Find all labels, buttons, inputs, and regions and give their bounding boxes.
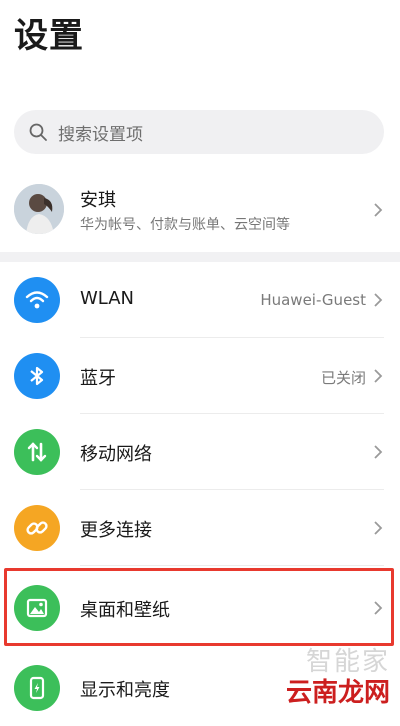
- chevron-right-icon: [374, 203, 383, 217]
- display-icon: [14, 665, 60, 711]
- link-icon: [14, 505, 60, 551]
- settings-item-label: 显示和亮度: [80, 680, 170, 701]
- account-name: 安琪: [80, 190, 116, 211]
- chevron-right-icon: [374, 293, 383, 307]
- chevron-right-icon: [374, 521, 383, 535]
- bluetooth-icon: [14, 353, 60, 399]
- account-subtitle: 华为帐号、付款与账单、云空间等: [80, 217, 290, 233]
- row-divider: [80, 565, 384, 566]
- settings-item-label: 蓝牙: [80, 368, 116, 389]
- settings-item-label: 更多连接: [80, 520, 152, 541]
- settings-item-mobile-network[interactable]: 移动网络: [0, 414, 400, 490]
- settings-item-wlan[interactable]: WLAN Huawei-Guest: [0, 262, 400, 338]
- chevron-right-icon: [374, 445, 383, 459]
- settings-item-label: WLAN: [80, 288, 135, 309]
- settings-item-label: 桌面和壁纸: [80, 600, 170, 621]
- chevron-right-icon: [374, 369, 383, 383]
- settings-item-label: 移动网络: [80, 444, 152, 465]
- wallpaper-icon: [14, 585, 60, 631]
- mobile-network-icon: [14, 429, 60, 475]
- section-divider: [0, 252, 400, 262]
- search-placeholder: 搜索设置项: [58, 124, 143, 145]
- account-row[interactable]: 安琪 华为帐号、付款与账单、云空间等: [0, 168, 400, 252]
- watermark: 智能家 云南龙网: [286, 648, 390, 710]
- wifi-icon: [14, 277, 60, 323]
- watermark-bottom: 云南龙网: [285, 678, 390, 708]
- page-title: 设置: [14, 16, 84, 56]
- search-bar[interactable]: 搜索设置项: [14, 110, 384, 154]
- search-icon: [29, 123, 47, 141]
- chevron-right-icon: [374, 601, 383, 615]
- watermark-top: 智能家: [305, 647, 390, 677]
- settings-item-value: 已关闭: [320, 369, 366, 387]
- avatar: [14, 184, 64, 234]
- settings-item-value: Huawei-Guest: [260, 291, 366, 309]
- settings-item-bluetooth[interactable]: 蓝牙 已关闭: [0, 338, 400, 414]
- settings-item-wallpaper[interactable]: 桌面和壁纸: [0, 570, 400, 646]
- settings-item-more-connections[interactable]: 更多连接: [0, 490, 400, 566]
